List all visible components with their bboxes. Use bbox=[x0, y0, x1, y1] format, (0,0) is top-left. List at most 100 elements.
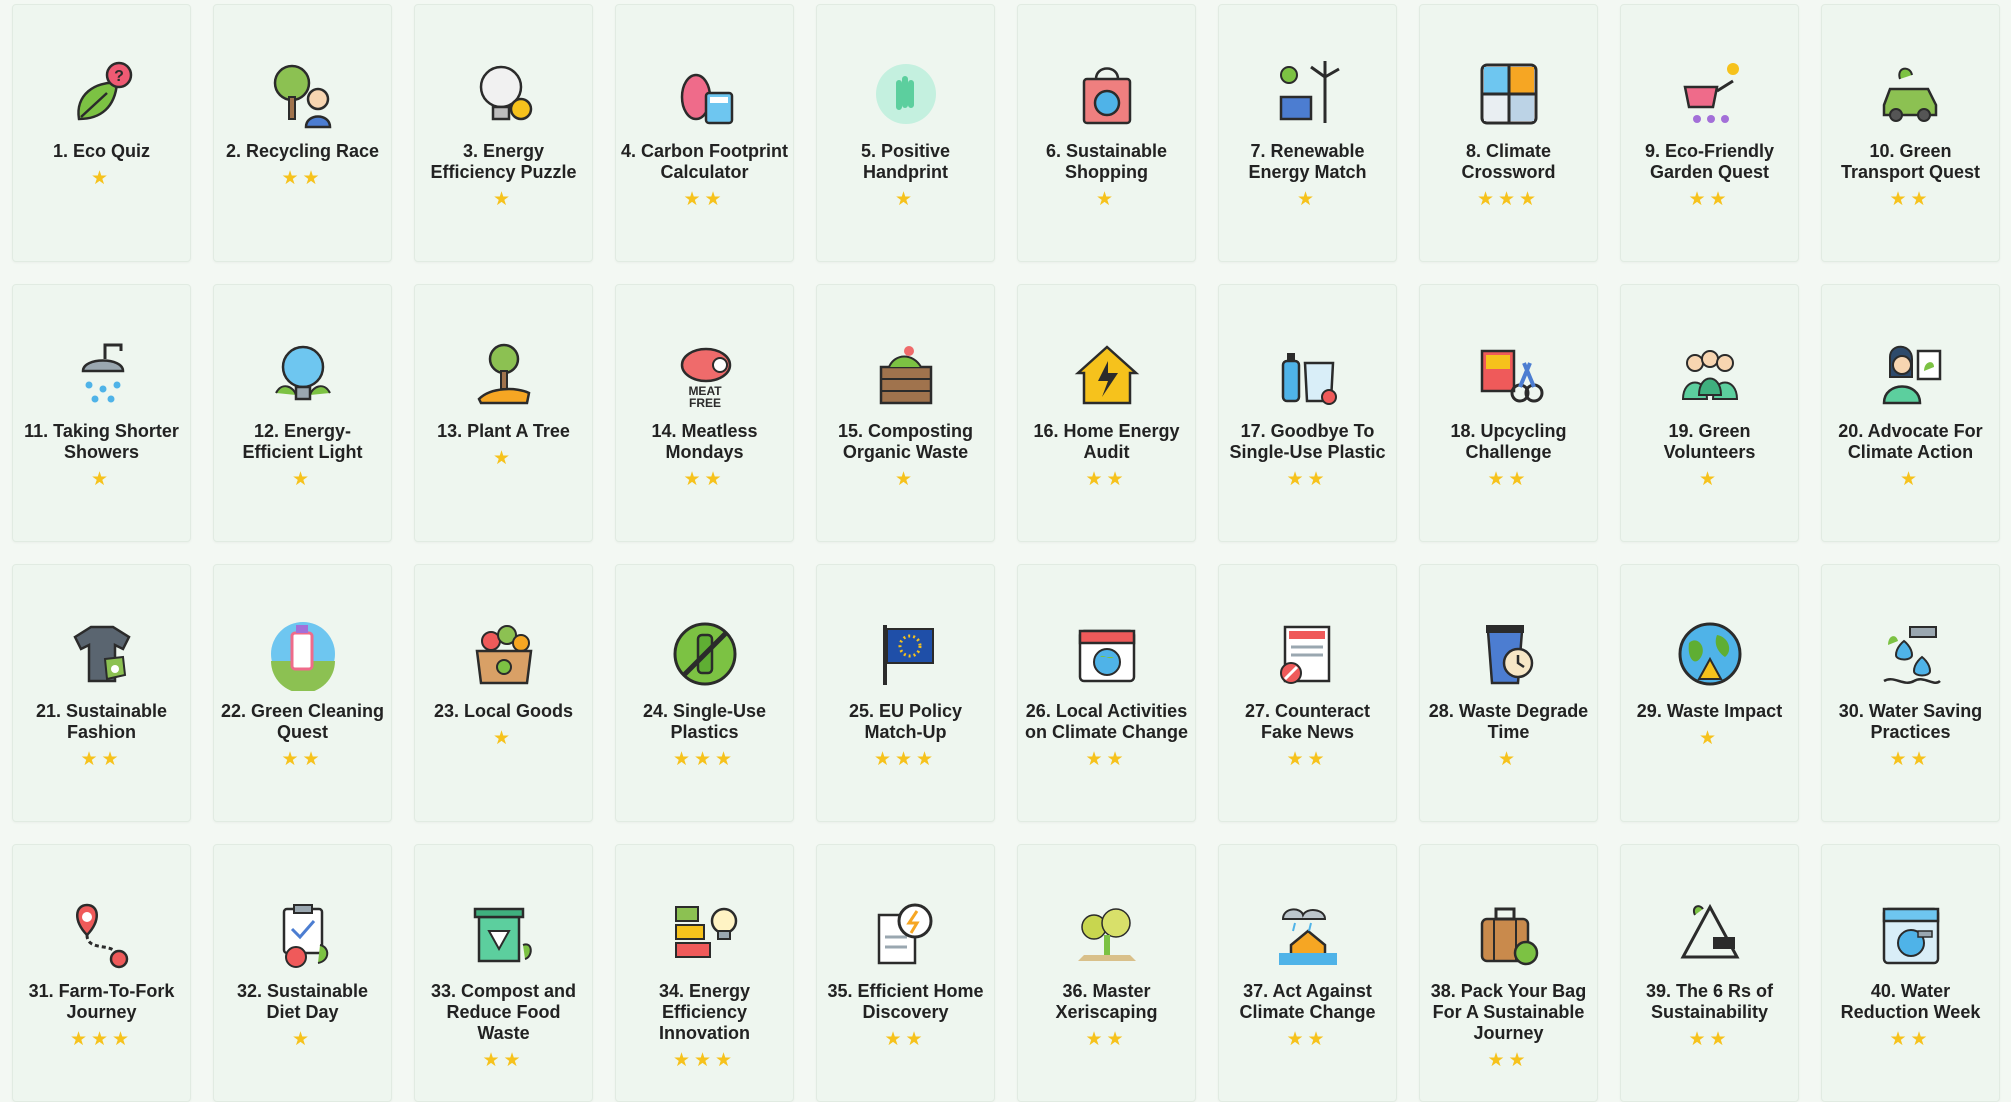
activity-card[interactable]: 27. Counteract Fake News ★★ bbox=[1218, 564, 1397, 822]
difficulty-stars: ★ bbox=[492, 189, 515, 210]
activity-card[interactable]: 5. Positive Handprint ★ bbox=[816, 4, 995, 262]
difficulty-stars: ★ bbox=[894, 469, 917, 490]
lightbulb-puzzle-icon bbox=[467, 57, 541, 131]
activity-card[interactable]: 40. Water Reduction Week ★★ bbox=[1821, 844, 2000, 1102]
activity-title: 34. Energy Efficiency Innovation bbox=[658, 981, 751, 1043]
produce-box-icon bbox=[467, 617, 541, 691]
activity-card[interactable]: 11. Taking Shorter Showers ★ bbox=[12, 284, 191, 542]
activity-card[interactable]: 23. Local Goods ★ bbox=[414, 564, 593, 822]
activity-card[interactable]: 34. Energy Efficiency Innovation ★★★ bbox=[615, 844, 794, 1102]
activity-title: 37. Act Against Climate Change bbox=[1239, 981, 1376, 1022]
activity-title: 18. Upcycling Challenge bbox=[1450, 421, 1567, 462]
activity-card[interactable]: 38. Pack Your Bag For A Sustainable Jour… bbox=[1419, 844, 1598, 1102]
activity-title: 31. Farm-To-Fork Journey bbox=[28, 981, 175, 1022]
activity-title: 11. Taking Shorter Showers bbox=[24, 421, 179, 462]
activity-card[interactable]: 21. Sustainable Fashion ★★ bbox=[12, 564, 191, 822]
activity-card[interactable]: 33. Compost and Reduce Food Waste ★★ bbox=[414, 844, 593, 1102]
difficulty-stars: ★ bbox=[90, 469, 113, 490]
difficulty-stars: ★ bbox=[291, 469, 314, 490]
activity-card[interactable]: 10. Green Transport Quest ★★ bbox=[1821, 4, 2000, 262]
activity-card[interactable]: 13. Plant A Tree ★ bbox=[414, 284, 593, 542]
activity-card[interactable]: 37. Act Against Climate Change ★★ bbox=[1218, 844, 1397, 1102]
activity-title: 24. Single-Use Plastics bbox=[642, 701, 767, 742]
difficulty-stars: ★★★ bbox=[69, 1029, 134, 1050]
activity-card[interactable]: 8. Climate Crossword ★★★ bbox=[1419, 4, 1598, 262]
activity-card[interactable]: 22. Green Cleaning Quest ★★ bbox=[213, 564, 392, 822]
calendar-water-icon bbox=[1874, 897, 1948, 971]
difficulty-stars: ★ bbox=[492, 448, 515, 469]
activity-card[interactable]: 24. Single-Use Plastics ★★★ bbox=[615, 564, 794, 822]
leaf-question-icon: ? bbox=[65, 57, 139, 131]
activity-card[interactable]: 15. Composting Organic Waste ★ bbox=[816, 284, 995, 542]
activity-card[interactable]: 28. Waste Degrade Time ★ bbox=[1419, 564, 1598, 822]
difficulty-stars: ★★ bbox=[1286, 1029, 1329, 1050]
activity-card[interactable]: 12. Energy-Efficient Light ★ bbox=[213, 284, 392, 542]
activity-title: 26. Local Activities on Climate Change bbox=[1024, 701, 1189, 742]
activity-card[interactable]: 16. Home Energy Audit ★★ bbox=[1017, 284, 1196, 542]
diet-clipboard-icon bbox=[266, 897, 340, 971]
shopping-bag-globe-icon bbox=[1070, 57, 1144, 131]
difficulty-stars: ★★ bbox=[1889, 1029, 1932, 1050]
difficulty-stars: ★★ bbox=[1286, 749, 1329, 770]
difficulty-stars: ★★ bbox=[884, 1029, 927, 1050]
activity-card[interactable]: 26. Local Activities on Climate Change ★★ bbox=[1017, 564, 1196, 822]
activity-card[interactable]: 4. Carbon Footprint Calculator ★★ bbox=[615, 4, 794, 262]
difficulty-stars: ★★★ bbox=[672, 749, 737, 770]
activity-grid: ? 1. Eco Quiz ★ 2. Recycling Race ★★ 3. Energ… bbox=[12, 4, 2007, 1102]
activity-card[interactable]: 7. Renewable Energy Match ★ bbox=[1218, 4, 1397, 262]
activity-card[interactable]: 18. Upcycling Challenge ★★ bbox=[1419, 284, 1598, 542]
activity-card[interactable]: 19. Green Volunteers ★ bbox=[1620, 284, 1799, 542]
activity-title: 4. Carbon Footprint Calculator bbox=[621, 141, 788, 182]
activity-title: 2. Recycling Race bbox=[225, 141, 380, 161]
activity-title: 16. Home Energy Audit bbox=[1033, 421, 1180, 462]
difficulty-stars: ★★ bbox=[1688, 189, 1731, 210]
activity-card[interactable]: MEAT FREE 14. Meatless Mondays ★★ bbox=[615, 284, 794, 542]
activity-card[interactable]: 9. Eco-Friendly Garden Quest ★★ bbox=[1620, 4, 1799, 262]
activity-title: 14. Meatless Mondays bbox=[651, 421, 758, 462]
activity-title: 32. Sustainable Diet Day bbox=[236, 981, 369, 1022]
svg-text:?: ? bbox=[114, 68, 124, 85]
document-magnifier-icon bbox=[869, 897, 943, 971]
activity-title: 20. Advocate For Climate Action bbox=[1838, 421, 1983, 462]
shower-icon bbox=[65, 337, 139, 411]
activity-card[interactable]: 39. The 6 Rs of Sustainability ★★ bbox=[1620, 844, 1799, 1102]
difficulty-stars: ★★ bbox=[1286, 469, 1329, 490]
difficulty-stars: ★★ bbox=[281, 749, 324, 770]
activity-title: 33. Compost and Reduce Food Waste bbox=[430, 981, 577, 1043]
difficulty-stars: ★ bbox=[1899, 469, 1922, 490]
activity-card[interactable]: 29. Waste Impact ★ bbox=[1620, 564, 1799, 822]
recycle-triangle-icon bbox=[1673, 897, 1747, 971]
activity-card[interactable]: 2. Recycling Race ★★ bbox=[213, 4, 392, 262]
difficulty-stars: ★ bbox=[1698, 728, 1721, 749]
difficulty-stars: ★ bbox=[492, 728, 515, 749]
activity-title: 6. Sustainable Shopping bbox=[1045, 141, 1168, 182]
house-lightning-icon bbox=[1070, 337, 1144, 411]
activity-card[interactable]: 17. Goodbye To Single-Use Plastic ★★ bbox=[1218, 284, 1397, 542]
difficulty-stars: ★★ bbox=[1085, 469, 1128, 490]
activity-card[interactable]: 6. Sustainable Shopping ★ bbox=[1017, 4, 1196, 262]
activity-card[interactable]: 3. Energy Efficiency Puzzle ★ bbox=[414, 4, 593, 262]
tshirt-tag-icon bbox=[65, 617, 139, 691]
activity-card[interactable]: 31. Farm-To-Fork Journey ★★★ bbox=[12, 844, 191, 1102]
difficulty-stars: ★ bbox=[1698, 469, 1721, 490]
activity-title: 27. Counteract Fake News bbox=[1244, 701, 1371, 742]
activity-title: 36. Master Xeriscaping bbox=[1055, 981, 1158, 1022]
difficulty-stars: ★★ bbox=[482, 1050, 525, 1071]
activity-title: 9. Eco-Friendly Garden Quest bbox=[1644, 141, 1775, 182]
activity-card[interactable]: 25. EU Policy Match-Up ★★★ bbox=[816, 564, 995, 822]
water-tap-drops-icon bbox=[1874, 617, 1948, 691]
desert-plants-icon bbox=[1070, 897, 1144, 971]
activity-card[interactable]: ? 1. Eco Quiz ★ bbox=[12, 4, 191, 262]
difficulty-stars: ★★ bbox=[1487, 469, 1530, 490]
activity-card[interactable]: 30. Water Saving Practices ★★ bbox=[1821, 564, 2000, 822]
activity-title: 19. Green Volunteers bbox=[1663, 421, 1756, 462]
meat-free-icon: MEAT FREE bbox=[668, 337, 742, 411]
cleaning-products-icon bbox=[266, 617, 340, 691]
difficulty-stars: ★★★ bbox=[873, 749, 938, 770]
tree-hand-icon bbox=[467, 337, 541, 411]
energy-label-icon bbox=[668, 897, 742, 971]
activity-card[interactable]: 36. Master Xeriscaping ★★ bbox=[1017, 844, 1196, 1102]
activity-card[interactable]: 32. Sustainable Diet Day ★ bbox=[213, 844, 392, 1102]
activity-card[interactable]: 35. Efficient Home Discovery ★★ bbox=[816, 844, 995, 1102]
activity-card[interactable]: 20. Advocate For Climate Action ★ bbox=[1821, 284, 2000, 542]
